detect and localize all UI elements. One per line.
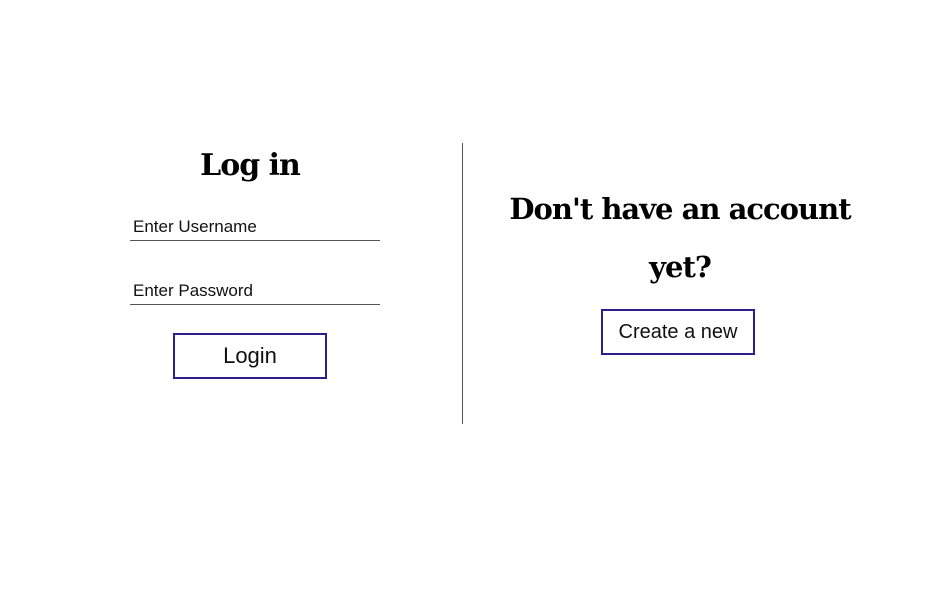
signup-panel: Don't have an account yet? Create a new [505, 180, 855, 380]
login-button[interactable]: Login [173, 333, 327, 379]
create-account-button[interactable]: Create a new [601, 309, 755, 355]
signup-title: Don't have an account yet? [509, 192, 851, 284]
password-field-container [130, 272, 380, 305]
password-input[interactable] [133, 281, 373, 301]
vertical-divider [462, 143, 463, 424]
login-panel: Log in Login [130, 140, 380, 390]
username-input[interactable] [133, 217, 373, 237]
login-title: Log in [200, 148, 301, 183]
username-field-container [130, 208, 380, 241]
